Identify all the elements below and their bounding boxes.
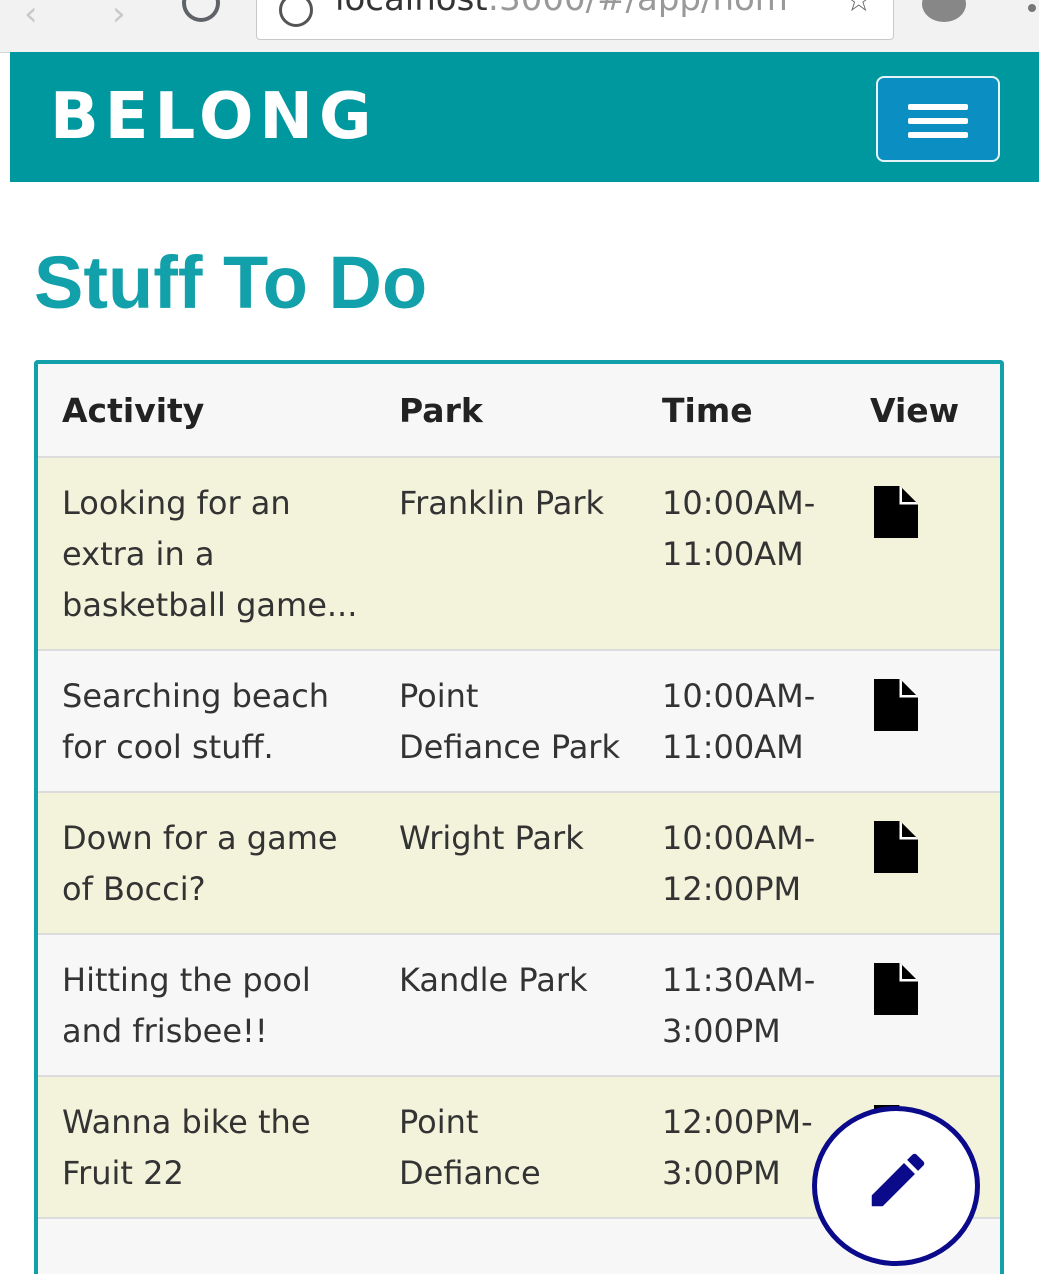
- url-path: :3000/#/app/hom: [488, 0, 788, 19]
- page-title: Stuff To Do: [34, 241, 428, 324]
- browser-menu-icon[interactable]: [1028, 4, 1036, 12]
- park-cell: Point Defiance Park: [375, 650, 638, 793]
- document-icon[interactable]: [874, 486, 918, 538]
- view-cell: [854, 650, 1000, 793]
- time-cell: 10:00AM-12:00PM: [638, 792, 854, 935]
- hamburger-icon: [908, 118, 968, 124]
- hamburger-icon: [908, 104, 968, 110]
- view-cell: [854, 934, 1000, 1077]
- browser-back-icon[interactable]: ‹: [24, 0, 38, 34]
- park-cell: Wright Park: [375, 792, 638, 935]
- hamburger-icon: [908, 132, 968, 138]
- park-cell: Point Defiance: [375, 1076, 638, 1219]
- time-cell: 10:00AM-11:00AM: [638, 650, 854, 793]
- time-cell: 11:30AM-3:00PM: [638, 934, 854, 1077]
- time-cell: 10:00AM-11:00AM: [638, 457, 854, 651]
- table-row: Searching beach for cool stuff. Point De…: [38, 650, 1000, 793]
- activity-cell: Down for a game of Bocci?: [38, 792, 375, 935]
- activity-cell: Looking for an extra in a basketball gam…: [38, 457, 375, 651]
- park-cell: Franklin Park: [375, 457, 638, 651]
- activity-cell: Hitting the pool and frisbee!!: [38, 934, 375, 1077]
- table-row: Hitting the pool and frisbee!! Kandle Pa…: [38, 934, 1000, 1077]
- column-header-view: View: [854, 364, 1000, 458]
- table-row: Looking for an extra in a basketball gam…: [38, 457, 1000, 651]
- browser-reload-icon[interactable]: [182, 0, 220, 22]
- brand-logo[interactable]: BELONG: [50, 80, 378, 154]
- activities-table: Activity Park Time View Looking for an e…: [38, 364, 1000, 1219]
- bookmark-star-icon[interactable]: ☆: [844, 0, 873, 19]
- column-header-activity: Activity: [38, 364, 375, 458]
- column-header-time: Time: [638, 364, 854, 458]
- document-icon[interactable]: [874, 679, 918, 731]
- table-header-row: Activity Park Time View: [38, 364, 1000, 458]
- activity-cell: Wanna bike the Fruit 22: [38, 1076, 375, 1219]
- table-row: Down for a game of Bocci? Wright Park 10…: [38, 792, 1000, 935]
- view-cell: [854, 792, 1000, 935]
- pencil-icon: [871, 1153, 925, 1207]
- app-navbar: BELONG: [10, 52, 1039, 182]
- edit-fab-button[interactable]: [812, 1106, 980, 1266]
- browser-toolbar: ‹ › localhost:3000/#/app/hom ☆: [0, 0, 1039, 53]
- navbar-toggle-button[interactable]: [876, 76, 1000, 162]
- document-icon[interactable]: [874, 963, 918, 1015]
- browser-forward-icon[interactable]: ›: [112, 0, 126, 34]
- site-info-icon[interactable]: [279, 0, 313, 27]
- activity-cell: Searching beach for cool stuff.: [38, 650, 375, 793]
- url-host: localhost: [335, 0, 488, 19]
- park-cell: Kandle Park: [375, 934, 638, 1077]
- document-icon[interactable]: [874, 821, 918, 873]
- app-page: ‹ › localhost:3000/#/app/hom ☆ BELONG St…: [0, 0, 1039, 1274]
- address-bar[interactable]: localhost:3000/#/app/hom ☆: [256, 0, 894, 40]
- address-url: localhost:3000/#/app/hom: [335, 0, 788, 19]
- view-cell: [854, 457, 1000, 651]
- extension-icon[interactable]: [922, 0, 966, 22]
- column-header-park: Park: [375, 364, 638, 458]
